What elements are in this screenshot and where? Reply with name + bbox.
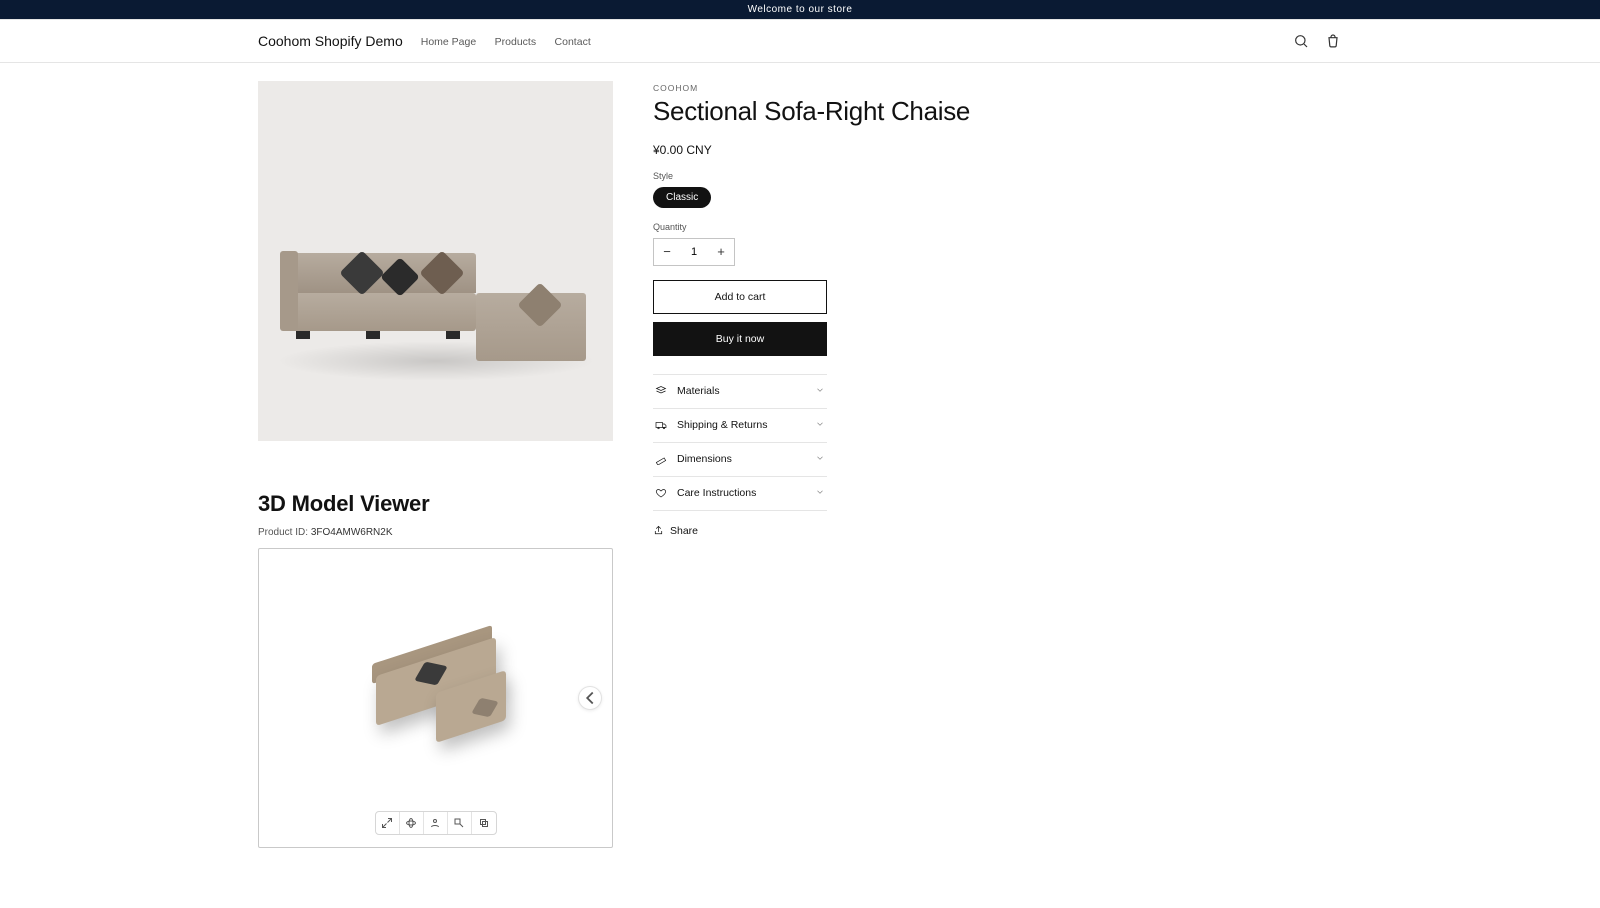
share-icon bbox=[653, 525, 664, 536]
left-column: 3D Model Viewer Product ID: 3FO4AMW6RN2K bbox=[258, 81, 613, 848]
cart-icon[interactable] bbox=[1324, 32, 1342, 50]
dimensions-icon[interactable] bbox=[448, 812, 472, 834]
accordion-shipping[interactable]: Shipping & Returns bbox=[653, 409, 827, 443]
product-page: 3D Model Viewer Product ID: 3FO4AMW6RN2K bbox=[250, 63, 1350, 908]
model-3d-render bbox=[356, 627, 516, 757]
qty-decrease-button[interactable]: − bbox=[654, 239, 680, 265]
qty-input[interactable] bbox=[680, 239, 708, 265]
product-info: COOHOM Sectional Sofa-Right Chaise ¥0.00… bbox=[653, 81, 1342, 541]
product-id-label: Product ID: bbox=[258, 527, 308, 538]
heart-icon bbox=[655, 487, 669, 499]
nav-contact[interactable]: Contact bbox=[555, 36, 591, 48]
brand-logo[interactable]: Coohom Shopify Demo bbox=[258, 33, 403, 49]
shipping-icon bbox=[655, 419, 669, 431]
product-image bbox=[286, 201, 586, 361]
ruler-icon bbox=[655, 453, 669, 465]
style-label: Style bbox=[653, 171, 1342, 181]
nav-products[interactable]: Products bbox=[495, 36, 536, 48]
product-accordion: Materials Shipping & Returns Dimensions … bbox=[653, 374, 827, 511]
product-title: Sectional Sofa-Right Chaise bbox=[653, 97, 1342, 127]
model-viewer[interactable] bbox=[258, 548, 613, 848]
expand-icon[interactable] bbox=[376, 812, 400, 834]
chevron-down-icon bbox=[815, 385, 825, 398]
site-header: Coohom Shopify Demo Home Page Products C… bbox=[0, 20, 1600, 63]
search-icon[interactable] bbox=[1292, 32, 1310, 50]
quantity-stepper: − + bbox=[653, 238, 735, 266]
user-view-icon[interactable] bbox=[424, 812, 448, 834]
qty-increase-button[interactable]: + bbox=[708, 239, 734, 265]
share-button[interactable]: Share bbox=[653, 525, 698, 537]
accordion-dimensions[interactable]: Dimensions bbox=[653, 443, 827, 477]
announcement-text: Welcome to our store bbox=[748, 4, 853, 15]
announcement-bar: Welcome to our store bbox=[0, 0, 1600, 19]
product-price: ¥0.00 CNY bbox=[653, 143, 1342, 157]
buy-now-button[interactable]: Buy it now bbox=[653, 322, 827, 356]
vendor-label: COOHOM bbox=[653, 83, 1342, 93]
viewer-heading: 3D Model Viewer bbox=[258, 491, 613, 517]
accordion-care-label: Care Instructions bbox=[677, 487, 756, 499]
layers-icon[interactable] bbox=[472, 812, 496, 834]
style-option-classic[interactable]: Classic bbox=[653, 187, 711, 208]
chevron-down-icon bbox=[815, 419, 825, 432]
accordion-dimensions-label: Dimensions bbox=[677, 453, 732, 465]
materials-icon bbox=[655, 385, 669, 397]
viewer-prev-button[interactable] bbox=[578, 686, 602, 710]
chevron-down-icon bbox=[815, 453, 825, 466]
accordion-care[interactable]: Care Instructions bbox=[653, 477, 827, 511]
product-id-line: Product ID: 3FO4AMW6RN2K bbox=[258, 527, 613, 538]
product-id-value: 3FO4AMW6RN2K bbox=[311, 527, 393, 538]
quantity-label: Quantity bbox=[653, 222, 1342, 232]
share-label: Share bbox=[670, 525, 698, 537]
viewer-toolbar bbox=[375, 811, 497, 835]
product-gallery[interactable] bbox=[258, 81, 613, 441]
accordion-materials-label: Materials bbox=[677, 385, 720, 397]
main-nav: Home Page Products Contact bbox=[421, 32, 605, 50]
accordion-shipping-label: Shipping & Returns bbox=[677, 419, 767, 431]
chevron-down-icon bbox=[815, 487, 825, 500]
nav-home[interactable]: Home Page bbox=[421, 36, 476, 48]
add-to-cart-button[interactable]: Add to cart bbox=[653, 280, 827, 314]
accordion-materials[interactable]: Materials bbox=[653, 374, 827, 409]
rotate-icon[interactable] bbox=[400, 812, 424, 834]
